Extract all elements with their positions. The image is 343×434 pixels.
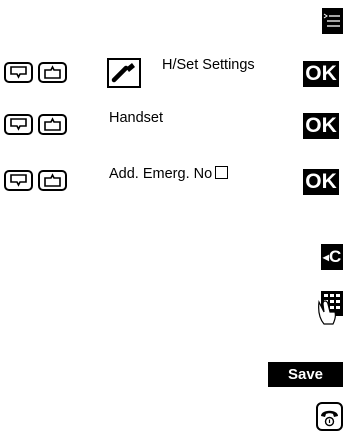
display-row-add-emerg-no[interactable]: Add. Emerg. No [105,164,288,214]
nav-down-icon [10,66,27,79]
wrench-icon-box [107,58,141,88]
nav-up-icon [44,117,61,131]
row-label-hset-settings: H/Set Settings [162,57,255,73]
ok-button-row-3[interactable]: OK [303,169,339,195]
menu-lines-icon [323,13,340,27]
nav-down-icon [10,118,27,131]
clear-key-label: C [328,247,342,266]
row-label-handset: Handset [109,110,164,126]
row-label-add-emerg-no: Add. Emerg. No [109,166,229,182]
nav-down-key[interactable] [4,170,33,191]
nav-up-key[interactable] [38,62,67,83]
nav-down-key[interactable] [4,114,33,135]
display-row-handset[interactable]: Handset [105,108,288,145]
nav-up-icon [44,65,61,79]
ok-button-row-1[interactable]: OK [303,61,339,87]
emergency-checkbox[interactable] [215,166,229,179]
on-hook-phone-icon [321,410,338,427]
nav-down-key[interactable] [4,62,33,83]
clear-key[interactable]: ◀ C [321,244,343,270]
display-row-hset-settings[interactable]: H/Set Settings [105,55,288,93]
nav-up-key[interactable] [38,114,67,135]
end-call-key[interactable] [316,402,343,431]
nav-up-icon [44,173,61,187]
save-button[interactable]: Save [268,362,343,387]
menu-key[interactable] [322,8,343,34]
keypad-hand-icon [318,291,343,325]
wrench-icon [111,63,135,83]
keypad-key[interactable] [318,290,343,326]
nav-up-key[interactable] [38,170,67,191]
ok-button-row-2[interactable]: OK [303,113,339,139]
row-label-text: Add. Emerg. No [109,166,213,182]
nav-down-icon [10,174,27,187]
